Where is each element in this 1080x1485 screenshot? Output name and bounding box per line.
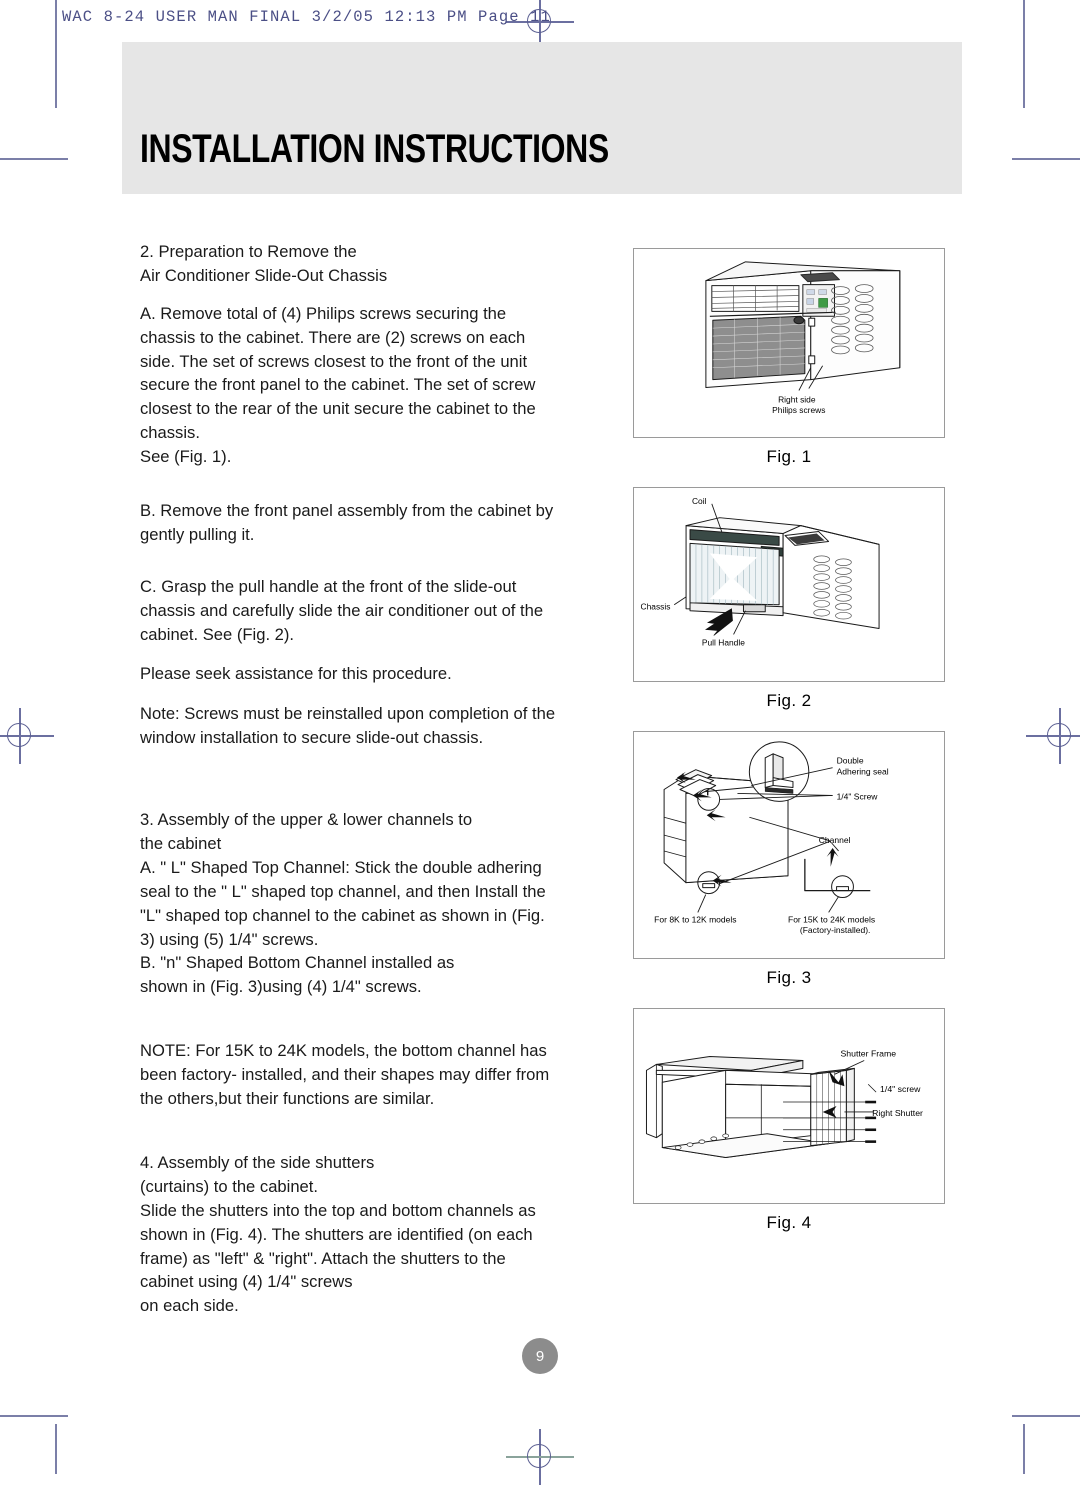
figure-3-label-models-15k: For 15K to 24K models — [788, 914, 875, 924]
figure-2-label-coil: Coil — [692, 496, 707, 506]
figure-2-illustration: Coil Chassis Pull Handle — [641, 496, 880, 647]
crop-mark-top-right-horizontal — [1012, 158, 1080, 160]
figure-3-illustration: Double Adhering seal 1/4" Screw Channel … — [654, 741, 889, 935]
figure-1-label-philips-screws: Philips screws — [772, 405, 825, 415]
figure-3-label-models-8k: For 8K to 12K models — [654, 914, 736, 924]
figure-4-box: Shutter Frame 1/4" screw Right Shutter — [633, 1008, 945, 1204]
print-imprint-line: WAC 8-24 USER MAN FINAL 3/2/05 12:13 PM … — [62, 8, 551, 26]
figure-3-box: Double Adhering seal 1/4" Screw Channel … — [633, 731, 945, 959]
step-3a-text: A. " L" Shaped Top Channel: Stick the do… — [140, 857, 546, 949]
figure-2-wrapper: Coil Chassis Pull Handle Fig. 2 — [633, 487, 945, 711]
figure-4-label-screw: 1/4" screw — [880, 1084, 921, 1094]
registration-mark-bottom-center — [506, 1429, 574, 1485]
section-4-heading: 4. Assembly of the side shutters (curtai… — [140, 1152, 375, 1196]
step-2a-text: A. Remove total of (4) Philips screws se… — [140, 303, 536, 467]
instructions-column: 2. Preparation to Remove the Air Conditi… — [140, 240, 560, 1334]
crop-mark-bottom-right-vertical — [1023, 1424, 1025, 1474]
figure-1-illustration: Right side Philips screws — [705, 261, 901, 415]
figure-3-label-adhering-seal: Adhering seal — [837, 767, 889, 777]
step-2c-text: C. Grasp the pull handle at the front of… — [140, 576, 544, 644]
section-3-heading: 3. Assembly of the upper & lower channel… — [140, 810, 473, 854]
figure-3-label-screw: 1/4" Screw — [837, 791, 879, 801]
figure-1-wrapper: Right side Philips screws Fig. 1 — [633, 248, 945, 467]
figure-3-label-channel: Channel — [819, 835, 851, 845]
step-4-text: Slide the shutters into the top and bott… — [140, 1200, 536, 1316]
figure-2-label-chassis: Chassis — [641, 602, 671, 612]
section-2-heading: 2. Preparation to Remove the Air Conditi… — [140, 242, 388, 285]
figure-3-label-factory: (Factory-installed). — [800, 925, 871, 935]
figure-2-caption: Fig. 2 — [766, 691, 812, 710]
figure-2-label-pull-handle: Pull Handle — [702, 637, 745, 647]
figure-4-label-right-shutter: Right Shutter — [872, 1108, 923, 1118]
figure-1-box: Right side Philips screws — [633, 248, 945, 438]
crop-mark-top-left-vertical — [55, 0, 57, 108]
step-2b-text: B. Remove the front panel assembly from … — [140, 501, 554, 544]
figure-4-label-shutter-frame: Shutter Frame — [840, 1049, 896, 1059]
figure-4-illustration: Shutter Frame 1/4" screw Right Shutter — [645, 1049, 923, 1158]
figure-4-caption: Fig. 4 — [766, 1213, 812, 1232]
figure-2-box: Coil Chassis Pull Handle — [633, 487, 945, 682]
crop-mark-top-right-vertical — [1023, 0, 1025, 108]
assistance-note: Please seek assistance for this procedur… — [140, 664, 452, 684]
screws-note: Note: Screws must be reinstalled upon co… — [140, 704, 556, 748]
step-3b-text: B. "n" Shaped Bottom Channel installed a… — [140, 953, 455, 997]
figure-3-caption: Fig. 3 — [766, 968, 812, 987]
page-number-badge: 9 — [522, 1338, 558, 1374]
figure-1-label-right-side: Right side — [778, 394, 816, 404]
registration-mark-left — [0, 708, 54, 764]
crop-mark-bottom-left-horizontal — [0, 1415, 68, 1417]
registration-mark-right — [1026, 708, 1080, 764]
page-canvas: WAC 8-24 USER MAN FINAL 3/2/05 12:13 PM … — [0, 0, 1080, 1485]
figure-3-label-double: Double — [837, 756, 864, 766]
page-title: INSTALLATION INSTRUCTIONS — [140, 127, 609, 171]
crop-mark-bottom-right-horizontal — [1012, 1415, 1080, 1417]
figure-4-wrapper: Shutter Frame 1/4" screw Right Shutter F… — [633, 1008, 945, 1233]
figure-3-wrapper: Double Adhering seal 1/4" Screw Channel … — [633, 731, 945, 988]
crop-mark-bottom-left-vertical — [55, 1424, 57, 1474]
figures-column: Right side Philips screws Fig. 1 Coil Ch… — [633, 248, 945, 1253]
figure-1-caption: Fig. 1 — [766, 447, 812, 466]
crop-mark-top-left-horizontal — [0, 158, 68, 160]
title-band — [122, 42, 962, 194]
models-note: NOTE: For 15K to 24K models, the bottom … — [140, 1041, 550, 1109]
